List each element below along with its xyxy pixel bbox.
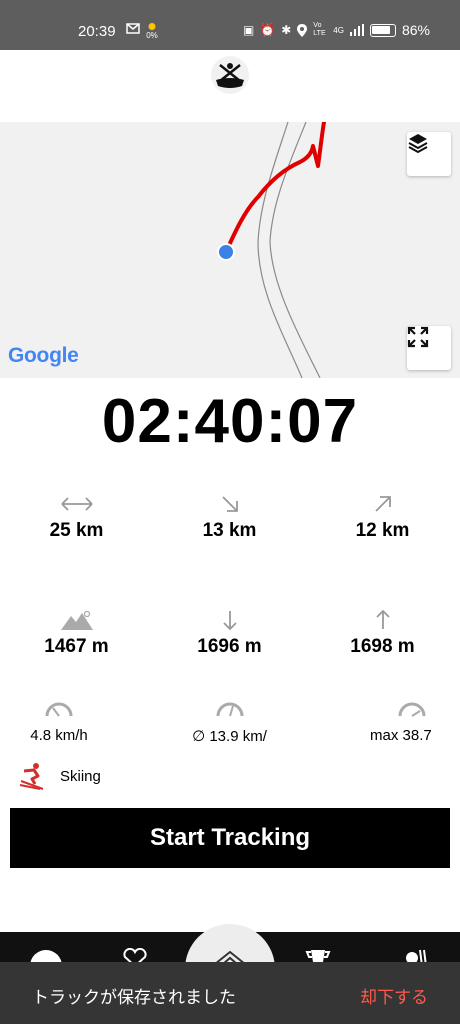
ascent-value: 1698 m — [350, 636, 415, 657]
activity-selector[interactable]: Skiing — [18, 762, 101, 790]
stat-descent: 1696 m — [153, 608, 306, 658]
signal-label: 4G — [333, 25, 344, 35]
status-bar: 20:39 0% ▣ ⏰ ✱ Vo LTE 4G 86% — [0, 0, 460, 50]
stat-max-speed: max 38.7 — [370, 697, 460, 744]
battery-icon — [369, 23, 396, 37]
stat-altitude: 1467 m — [0, 608, 153, 658]
fullscreen-icon — [407, 326, 429, 348]
snackbar-message: トラックが保存されました — [32, 988, 236, 1007]
stat-downhill-distance: 13 km — [153, 492, 306, 542]
alarm-icon: ⏰ — [260, 23, 276, 37]
skier-icon — [19, 763, 44, 790]
speedometer-mid-icon — [216, 702, 243, 717]
stat-distance: 25 km — [0, 492, 153, 542]
weather-icon: 0% — [146, 22, 158, 40]
start-tracking-button[interactable]: Start Tracking — [10, 808, 450, 868]
battery-percent: 86% — [401, 22, 430, 38]
speedometer-low-icon — [45, 702, 73, 717]
current-speed-value: 4.8 km/h — [30, 727, 88, 744]
map-fullscreen-button[interactable] — [407, 326, 451, 370]
altitude-value: 1467 m — [44, 636, 109, 657]
speedometer-max-icon — [398, 702, 426, 717]
arrow-up-right-icon — [374, 496, 391, 512]
snackbar-dismiss-button[interactable]: 却下する — [360, 983, 428, 1008]
max-speed-value: max 38.7 — [370, 727, 432, 744]
weather-value: 0% — [146, 31, 158, 40]
nfc-icon: ▣ — [242, 23, 255, 37]
mail-icon — [126, 23, 140, 34]
bluetooth-icon: ✱ — [281, 23, 292, 37]
mountain-icon — [60, 610, 93, 630]
status-time: 20:39 — [78, 23, 116, 40]
google-logo: Google — [8, 344, 79, 368]
downhill-distance-value: 13 km — [202, 520, 257, 541]
google-logo-text: Google — [8, 344, 79, 367]
arrow-up-icon — [375, 610, 390, 629]
app-header — [0, 50, 460, 122]
average-speed-value: ∅ 13.9 km/ — [192, 728, 267, 745]
map-layers-button[interactable] — [407, 132, 451, 176]
elapsed-timer: 02:40:07 — [101, 387, 359, 456]
stat-average-speed: ∅ 13.9 km/ — [153, 697, 306, 745]
stat-uphill-distance: 12 km — [306, 492, 459, 542]
descent-value: 1696 m — [197, 636, 262, 657]
horizontal-arrows-icon — [60, 497, 93, 511]
ski-track — [224, 122, 326, 254]
map-canvas — [217, 122, 326, 378]
current-location-dot — [217, 243, 235, 261]
snackbar: トラックが保存されました 却下する — [0, 962, 460, 1024]
app-logo — [211, 56, 249, 94]
stat-ascent: 1698 m — [306, 608, 459, 658]
map-view[interactable]: Google — [0, 122, 460, 378]
signal-icon — [349, 24, 364, 36]
volte-label: Vo LTE — [313, 22, 326, 37]
activity-label: Skiing — [60, 767, 101, 785]
arrow-down-icon — [222, 611, 237, 630]
uphill-distance-value: 12 km — [355, 520, 410, 541]
arrow-down-right-icon — [221, 496, 238, 512]
stat-current-speed: 4.8 km/h — [0, 697, 118, 744]
location-icon — [297, 23, 308, 37]
distance-value: 25 km — [49, 520, 104, 541]
layers-icon — [408, 134, 428, 154]
